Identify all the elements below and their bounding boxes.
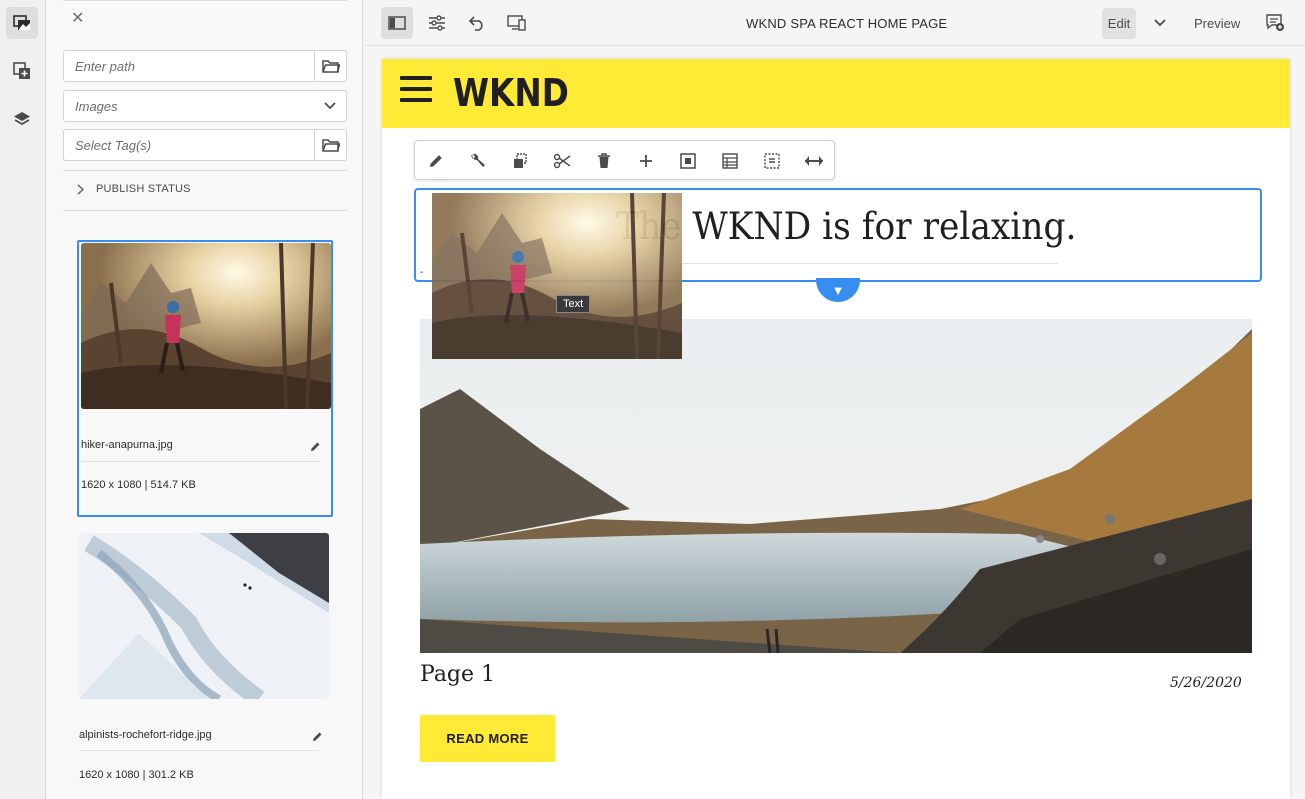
- folder-icon[interactable]: [314, 51, 346, 81]
- asset-meta: 1620 x 1080 | 301.2 KB: [79, 769, 194, 781]
- menu-icon[interactable]: [400, 76, 432, 109]
- asset-name: hiker-anapurna.jpg: [81, 439, 173, 451]
- asset-card[interactable]: hiker-anapurna.jpg 1620 x 1080 | 514.7 K…: [77, 240, 333, 517]
- dragged-asset-preview: [432, 193, 682, 359]
- page-title: WKND SPA REACT HOME PAGE: [746, 16, 948, 31]
- cut-icon[interactable]: [546, 145, 578, 177]
- edit-mode-button[interactable]: Edit: [1102, 8, 1136, 39]
- resize-icon[interactable]: [798, 145, 830, 177]
- asset-meta: 1620 x 1080 | 514.7 KB: [81, 479, 196, 491]
- asset-name: alpinists-rochefort-ridge.jpg: [79, 729, 212, 741]
- path-input[interactable]: Enter path: [64, 59, 314, 74]
- hero-image[interactable]: [420, 319, 1252, 653]
- page-properties-icon[interactable]: [421, 7, 453, 39]
- layout-icon[interactable]: [714, 145, 746, 177]
- group-icon[interactable]: [756, 145, 788, 177]
- expand-down-icon[interactable]: ▼: [816, 278, 860, 302]
- insert-icon[interactable]: [630, 145, 662, 177]
- pencil-icon[interactable]: [310, 439, 321, 457]
- panel-divider: [63, 0, 347, 1]
- assets-panel: ✕ Enter path Images Select Tag(s) PUBLIS…: [47, 0, 363, 799]
- tags-input[interactable]: Select Tag(s): [64, 138, 314, 153]
- toggle-side-panel-icon[interactable]: [381, 7, 413, 39]
- chevron-down-icon: [314, 91, 346, 121]
- asset-thumbnail[interactable]: [81, 243, 331, 409]
- wrench-icon[interactable]: [462, 145, 494, 177]
- headline-text[interactable]: The WKND is for relaxing.: [616, 205, 1076, 248]
- filter-divider: [63, 170, 347, 171]
- chevron-down-icon[interactable]: [1144, 7, 1176, 39]
- filter-divider: [63, 210, 347, 211]
- site-header: WKND: [382, 59, 1290, 128]
- asset-divider: [81, 461, 321, 462]
- site-logo[interactable]: WKND: [453, 71, 569, 115]
- asset-divider: [79, 750, 319, 751]
- asset-type-value: Images: [75, 98, 118, 114]
- editor-toolbar: WKND SPA REACT HOME PAGE Edit Preview: [364, 0, 1305, 46]
- copy-icon[interactable]: [504, 145, 536, 177]
- read-more-button[interactable]: READ MORE: [420, 715, 555, 762]
- select-parent-icon[interactable]: [672, 145, 704, 177]
- delete-icon[interactable]: [588, 145, 620, 177]
- layers-icon[interactable]: [6, 103, 38, 135]
- card-title[interactable]: Page 1: [420, 662, 495, 687]
- publish-status-label: PUBLISH STATUS: [96, 183, 191, 195]
- tags-field[interactable]: Select Tag(s): [63, 129, 347, 161]
- emulator-icon[interactable]: [501, 7, 533, 39]
- publish-status-toggle[interactable]: PUBLISH STATUS: [77, 183, 191, 195]
- path-field[interactable]: Enter path: [63, 50, 347, 82]
- asset-type-select[interactable]: Images: [63, 90, 347, 122]
- card-date: 5/26/2020: [1170, 675, 1242, 691]
- preview-button[interactable]: Preview: [1194, 16, 1240, 31]
- pencil-icon[interactable]: [312, 729, 323, 747]
- assets-icon[interactable]: [6, 7, 38, 39]
- components-icon[interactable]: [6, 55, 38, 87]
- pencil-icon[interactable]: [420, 145, 452, 177]
- asset-card[interactable]: alpinists-rochefort-ridge.jpg 1620 x 108…: [77, 533, 333, 799]
- placeholder-dash: -: [420, 267, 424, 278]
- headline-divider: [616, 263, 1058, 264]
- close-icon[interactable]: ✕: [71, 8, 84, 28]
- undo-icon[interactable]: [461, 7, 493, 39]
- side-rail: [0, 0, 46, 799]
- drag-type-tooltip: Text: [556, 295, 591, 313]
- asset-thumbnail[interactable]: [79, 533, 329, 699]
- component-toolbar: [414, 140, 835, 180]
- annotations-icon[interactable]: [1259, 7, 1291, 39]
- chevron-right-icon: [77, 183, 84, 195]
- folder-icon[interactable]: [314, 130, 346, 160]
- page-canvas[interactable]: WKND The WKND is for relaxing. - ▼ Text …: [382, 59, 1290, 799]
